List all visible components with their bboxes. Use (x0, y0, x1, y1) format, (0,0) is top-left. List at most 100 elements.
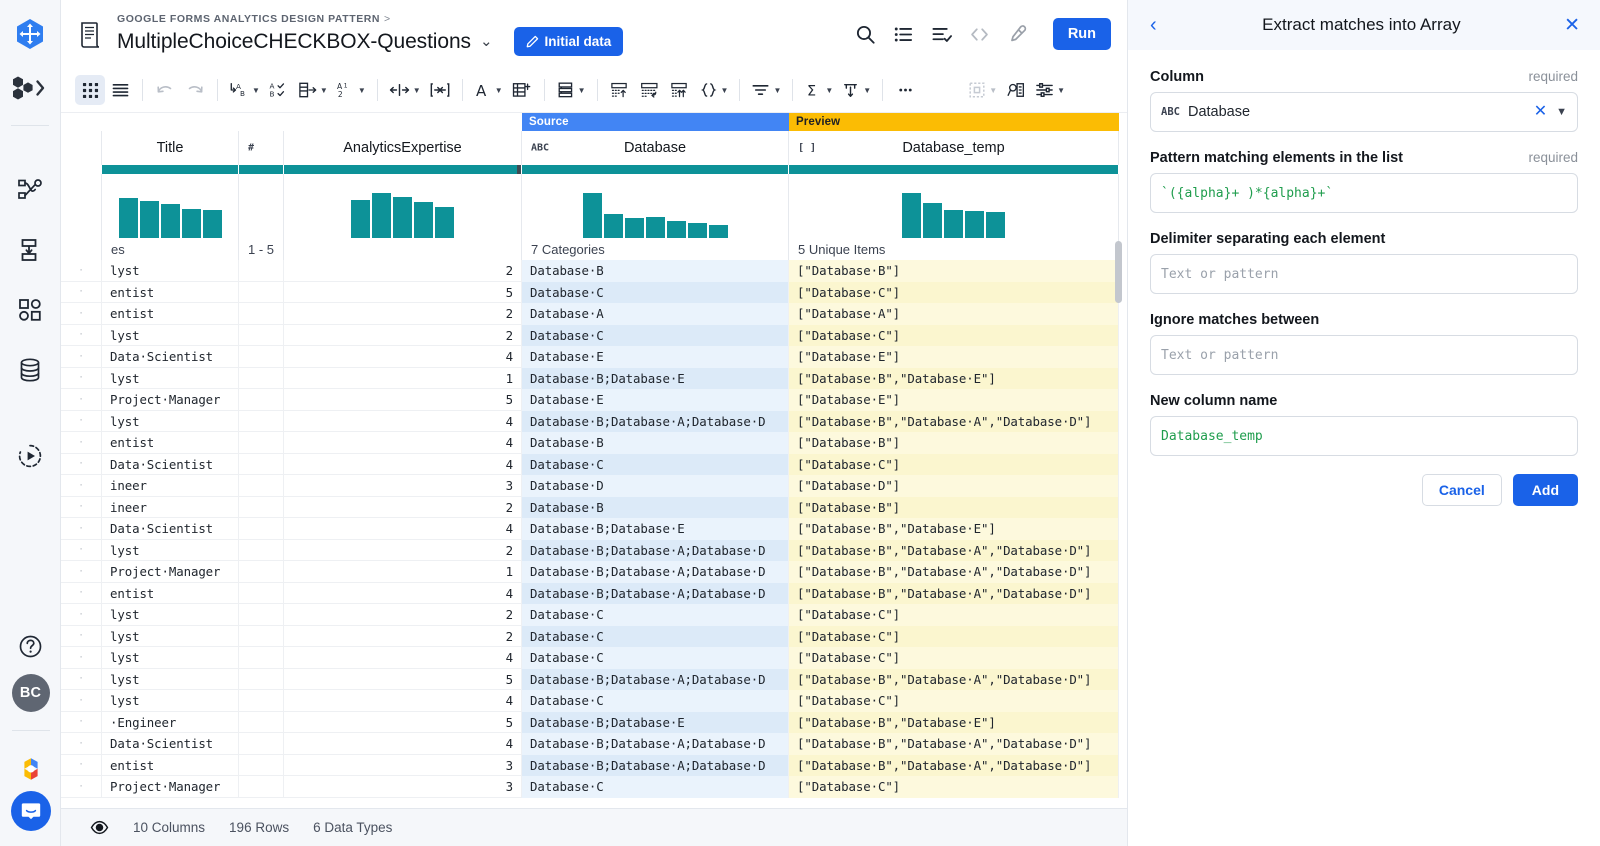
table-row[interactable]: ·entist5Database·C["Database·C"] (61, 282, 1119, 304)
select-region-icon[interactable]: ▼ (964, 75, 1001, 105)
cell-analyticsexpertise[interactable]: 1 (284, 368, 522, 390)
cell-spacer[interactable] (239, 260, 284, 282)
column-header-0[interactable] (61, 131, 102, 165)
list-icon[interactable] (893, 23, 915, 45)
row-marker[interactable]: · (61, 647, 102, 669)
cell-database[interactable]: Database·C (522, 690, 789, 712)
column-header-database[interactable]: ABCDatabase (522, 131, 789, 165)
table-row[interactable]: ·lyst4Database·C["Database·C"] (61, 647, 1119, 669)
cell-database[interactable]: Database·B;Database·A;Database·D (522, 411, 789, 433)
cell-database[interactable]: Database·C (522, 325, 789, 347)
table-row[interactable]: ·lyst1Database·B;Database·E["Database·B"… (61, 368, 1119, 390)
table-row[interactable]: ·Data·Scientist4Database·B;Database·A;Da… (61, 733, 1119, 755)
table-row[interactable]: ·lyst4Database·B;Database·A;Database·D["… (61, 411, 1119, 433)
text-input[interactable]: Database_temp (1150, 416, 1578, 456)
validate-text-icon[interactable]: A B (264, 75, 294, 105)
cell-analyticsexpertise[interactable]: 4 (284, 733, 522, 755)
cell-title[interactable]: Data·Scientist (102, 454, 239, 476)
row-marker[interactable]: · (61, 454, 102, 476)
cell-database-temp[interactable]: ["Database·E"] (789, 389, 1119, 411)
band-preview[interactable]: Preview (789, 113, 1119, 131)
cell-database-temp[interactable]: ["Database·B","Database·A","Database·D"] (789, 755, 1119, 777)
cell-database-temp[interactable]: ["Database·B","Database·A","Database·D"] (789, 733, 1119, 755)
table-row[interactable]: ·lyst4Database·C["Database·C"] (61, 690, 1119, 712)
cell-spacer[interactable] (239, 325, 284, 347)
cell-title[interactable]: Project·Manager (102, 776, 239, 798)
fill-down-icon[interactable] (605, 75, 635, 105)
extract-column-icon[interactable]: ▼ (294, 75, 332, 105)
column-header-2[interactable]: # (239, 131, 284, 165)
table-row[interactable]: ·ineer2Database·B["Database·B"] (61, 497, 1119, 519)
apps-grid-icon[interactable] (8, 288, 52, 332)
cell-spacer[interactable] (239, 411, 284, 433)
row-marker[interactable]: · (61, 346, 102, 368)
row-marker[interactable]: · (61, 712, 102, 734)
cell-analyticsexpertise[interactable]: 2 (284, 260, 522, 282)
cell-analyticsexpertise[interactable]: 3 (284, 755, 522, 777)
row-marker[interactable]: · (61, 432, 102, 454)
pipeline-icon[interactable] (8, 168, 52, 212)
unpivot-icon[interactable] (665, 75, 695, 105)
rename-column-icon[interactable]: A B ▼ (225, 75, 264, 105)
sum-sigma-icon[interactable]: Σ ▼ (800, 75, 837, 105)
cell-database[interactable]: Database·C (522, 776, 789, 798)
cell-title[interactable]: Data·Scientist (102, 733, 239, 755)
cell-database[interactable]: Database·B (522, 260, 789, 282)
row-marker[interactable]: · (61, 690, 102, 712)
row-marker[interactable]: · (61, 389, 102, 411)
cell-analyticsexpertise[interactable]: 2 (284, 497, 522, 519)
cell-database[interactable]: Database·B;Database·E (522, 368, 789, 390)
title-chevron-down-icon[interactable]: ⌄ (480, 34, 493, 49)
table-row[interactable]: ·lyst2Database·C["Database·C"] (61, 325, 1119, 347)
cell-spacer[interactable] (239, 540, 284, 562)
table-row[interactable]: ·lyst5Database·B;Database·A;Database·D["… (61, 669, 1119, 691)
visibility-eye-icon[interactable] (89, 818, 109, 838)
sort-alpha-icon[interactable]: A 2 1 ▼ (332, 75, 370, 105)
column-select[interactable]: ABCDatabase✕▼ (1150, 92, 1578, 132)
cell-title[interactable]: lyst (102, 540, 239, 562)
cell-analyticsexpertise[interactable]: 4 (284, 411, 522, 433)
cell-spacer[interactable] (239, 690, 284, 712)
table-row[interactable]: ·entist2Database·A["Database·A"] (61, 303, 1119, 325)
row-marker[interactable]: · (61, 325, 102, 347)
text-input[interactable]: Text or pattern (1150, 335, 1578, 375)
list-view-icon[interactable] (105, 75, 135, 105)
cell-database-temp[interactable]: ["Database·C"] (789, 604, 1119, 626)
cell-database-temp[interactable]: ["Database·C"] (789, 626, 1119, 648)
cell-spacer[interactable] (239, 432, 284, 454)
cell-analyticsexpertise[interactable]: 4 (284, 346, 522, 368)
cell-spacer[interactable] (239, 755, 284, 777)
cell-database-temp[interactable]: ["Database·C"] (789, 647, 1119, 669)
row-marker[interactable]: · (61, 626, 102, 648)
row-marker[interactable]: · (61, 540, 102, 562)
row-marker[interactable]: · (61, 368, 102, 390)
cell-title[interactable]: lyst (102, 626, 239, 648)
row-marker[interactable]: · (61, 733, 102, 755)
cell-title[interactable]: entist (102, 432, 239, 454)
cell-title[interactable]: ineer (102, 475, 239, 497)
cell-spacer[interactable] (239, 626, 284, 648)
split-column-icon[interactable] (425, 75, 455, 105)
resize-columns-icon[interactable]: ▼ (385, 75, 425, 105)
cell-analyticsexpertise[interactable]: 4 (284, 454, 522, 476)
cell-spacer[interactable] (239, 561, 284, 583)
table-row[interactable]: ·lyst2Database·B;Database·A;Database·D["… (61, 540, 1119, 562)
cell-database[interactable]: Database·C (522, 282, 789, 304)
cell-title[interactable]: lyst (102, 647, 239, 669)
row-marker[interactable]: · (61, 755, 102, 777)
row-marker[interactable]: · (61, 518, 102, 540)
cell-title[interactable]: entist (102, 755, 239, 777)
cell-database[interactable]: Database·A (522, 303, 789, 325)
table-row[interactable]: ·Project·Manager5Database·E["Database·E"… (61, 389, 1119, 411)
grid-view-icon[interactable] (75, 75, 105, 105)
cell-title[interactable]: Data·Scientist (102, 518, 239, 540)
table-row[interactable]: ·Project·Manager1Database·B;Database·A;D… (61, 561, 1119, 583)
cell-analyticsexpertise[interactable]: 5 (284, 712, 522, 734)
braces-icon[interactable]: ▼ (695, 75, 733, 105)
cell-title[interactable]: Project·Manager (102, 389, 239, 411)
grid-rows[interactable]: ·lyst2Database·B["Database·B"]·entist5Da… (61, 260, 1119, 798)
row-marker[interactable]: · (61, 303, 102, 325)
text-input[interactable]: `({alpha}+ )*{alpha}+` (1150, 173, 1578, 213)
eyedropper-icon[interactable] (1007, 23, 1029, 45)
cell-spacer[interactable] (239, 647, 284, 669)
